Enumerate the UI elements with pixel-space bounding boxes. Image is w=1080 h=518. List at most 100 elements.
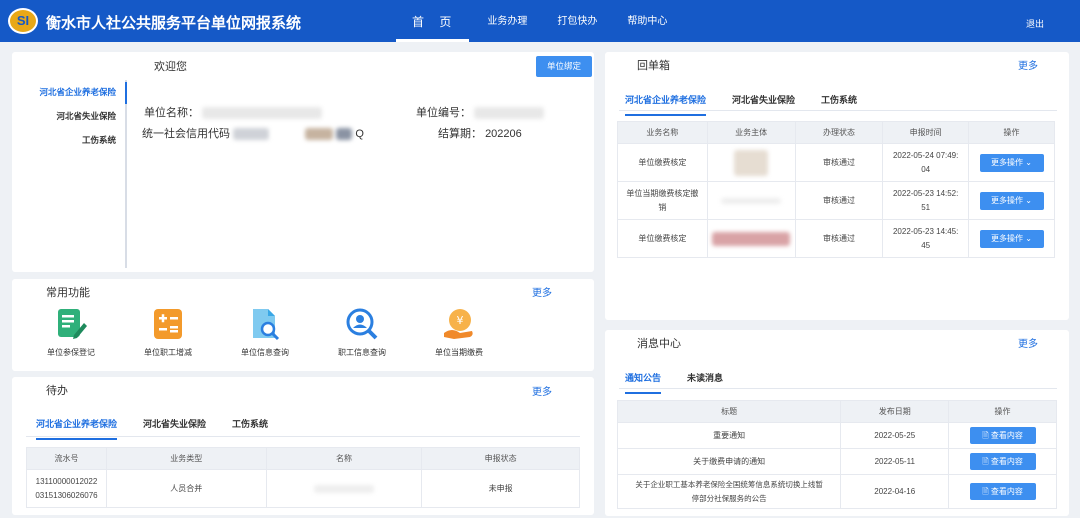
- unit-code-label: 单位编号：: [416, 107, 471, 119]
- message-table: 标题 发布日期 操作 重要通知 2022-05-25 🗎 查看内容 关于缴费申请…: [616, 400, 1057, 509]
- credit-code-redacted-1: [233, 128, 270, 141]
- func-staff-change[interactable]: 单位职工增减: [123, 307, 213, 358]
- table-row[interactable]: 关于企业职工基本养老保险全国统筹信息系统切换上线暂 停部分社保服务的公告 2022…: [616, 474, 1057, 509]
- settle-period-label: 结算期：: [438, 128, 482, 140]
- svg-text:¥: ¥: [457, 314, 464, 327]
- bind-unit-button[interactable]: 单位绑定: [536, 56, 592, 77]
- table-row[interactable]: 单位缴费核定 审核通过 2022-05-24 07:49: 04 更多操作 ⌄: [617, 143, 1055, 182]
- col-name: 名称: [265, 447, 423, 470]
- row-status: 未申报: [421, 469, 580, 508]
- more-actions-button[interactable]: 更多操作 ⌄: [979, 229, 1044, 248]
- table-header: 标题 发布日期 操作: [616, 400, 1057, 423]
- message-center-title: 消息中心: [637, 338, 681, 350]
- row-name: [265, 469, 423, 508]
- table-row[interactable]: 13110000012022 03151306026076 人员合并 未申报: [26, 469, 580, 508]
- yuan-payment-icon: ¥: [442, 307, 476, 341]
- more-actions-button[interactable]: 更多操作 ⌄: [979, 153, 1044, 172]
- row-serial: 13110000012022 03151306026076: [26, 469, 107, 508]
- vtab-injury[interactable]: 工伤系统: [12, 128, 128, 152]
- col-status: 申报状态: [421, 447, 580, 470]
- system-vertical-tabs: 河北省企业养老保险 河北省失业保险 工伤系统: [12, 80, 128, 152]
- table-header: 流水号 业务类型 名称 申报状态: [26, 447, 580, 470]
- nav-package[interactable]: 打包快办: [545, 0, 609, 42]
- vtab-pension[interactable]: 河北省企业养老保险: [12, 80, 128, 104]
- register-edit-icon: [54, 307, 88, 341]
- receipt-tab-unemployment[interactable]: 河北省失业保险: [732, 93, 795, 116]
- receipt-tab-pension[interactable]: 河北省企业养老保险: [625, 93, 707, 116]
- receipt-more-link[interactable]: 更多: [1018, 57, 1038, 72]
- func-unit-current-payment[interactable]: ¥ 单位当期缴费: [414, 307, 504, 358]
- person-search-icon: [345, 307, 379, 341]
- message-more-link[interactable]: 更多: [1018, 335, 1038, 350]
- main-nav: 首 页 业务办理 打包快办 帮助中心: [396, 0, 685, 42]
- vtab-unemployment[interactable]: 河北省失业保险: [12, 104, 128, 128]
- receipt-tabs: 河北省企业养老保险 河北省失业保险 工伤系统: [625, 93, 883, 116]
- view-content-button[interactable]: 🗎 查看内容: [969, 453, 1036, 470]
- func-label: 单位信息查询: [241, 348, 289, 357]
- func-label: 单位参保登记: [47, 348, 95, 357]
- table-row[interactable]: 单位当期缴费核定撤销 审核通过 2022-05-23 14:52: 51 更多操作…: [617, 181, 1055, 220]
- func-unit-info-query[interactable]: 单位信息查询: [220, 307, 310, 358]
- document-icon: 🗎: [982, 487, 989, 496]
- unit-code-row: 单位编号：: [416, 104, 545, 120]
- welcome-panel: 欢迎您 单位绑定 河北省企业养老保险 河北省失业保险 工伤系统 单位名称： 单位…: [12, 52, 594, 272]
- col-serial: 流水号: [26, 447, 107, 470]
- credit-code-redacted-3: [336, 128, 353, 141]
- view-content-button[interactable]: 🗎 查看内容: [969, 427, 1036, 444]
- document-search-icon: [248, 307, 282, 341]
- row-type: 人员合并: [105, 469, 267, 508]
- document-icon: 🗎: [982, 457, 989, 466]
- receipt-box-title: 回单箱: [637, 60, 670, 72]
- table-row[interactable]: 关于缴费申请的通知 2022-05-11 🗎 查看内容: [616, 448, 1057, 475]
- credit-code-row: 统一社会信用代码 Q: [142, 125, 364, 141]
- table-row[interactable]: 单位缴费核定 审核通过 2022-05-23 14:45: 45 更多操作 ⌄: [617, 219, 1055, 258]
- message-tabs: 通知公告 未读消息: [625, 371, 749, 394]
- func-label: 单位当期缴费: [435, 348, 483, 357]
- nav-home[interactable]: 首 页: [396, 0, 470, 42]
- receipt-table: 业务名称 业务主体 办理状态 申报时间 操作 单位缴费核定 审核通过 2022-…: [617, 121, 1055, 258]
- chevron-down-icon: ⌄: [1025, 195, 1032, 205]
- welcome-title: 欢迎您: [154, 61, 187, 73]
- todo-panel: 待办 更多 河北省企业养老保险 河北省失业保险 工伤系统 流水号 业务类型 名称…: [12, 377, 594, 515]
- credit-code-redacted-2: [305, 128, 334, 141]
- message-center-panel: 消息中心 更多 通知公告 未读消息 标题 发布日期 操作 重要通知 2022-0…: [605, 330, 1069, 516]
- vertical-divider: [125, 80, 127, 268]
- receipt-tab-injury[interactable]: 工伤系统: [821, 93, 857, 116]
- func-unit-register[interactable]: 单位参保登记: [26, 307, 116, 358]
- func-label: 单位职工增减: [144, 348, 192, 357]
- nav-help[interactable]: 帮助中心: [615, 0, 679, 42]
- chevron-down-icon: ⌄: [1025, 233, 1032, 243]
- credit-code-tail: Q: [355, 128, 364, 140]
- todo-more-link[interactable]: 更多: [532, 383, 552, 398]
- chevron-down-icon: ⌄: [1025, 157, 1032, 167]
- si-logo-icon: SI: [8, 8, 38, 34]
- top-header: SI 衡水市人社公共服务平台单位网报系统 首 页 业务办理 打包快办 帮助中心 …: [0, 0, 1080, 42]
- message-tab-notices[interactable]: 通知公告: [625, 371, 662, 394]
- common-more-link[interactable]: 更多: [532, 284, 552, 299]
- common-functions-panel: 常用功能 更多 单位参保登记 单位职工增减 单位信息查询 职工信息查询 ¥ 单位…: [12, 279, 594, 371]
- table-header: 业务名称 业务主体 办理状态 申报时间 操作: [617, 121, 1055, 144]
- message-tab-unread[interactable]: 未读消息: [687, 371, 723, 394]
- unit-code-redacted: [474, 107, 545, 120]
- unit-name-redacted: [202, 107, 323, 120]
- todo-table: 流水号 业务类型 名称 申报状态 13110000012022 03151306…: [26, 447, 580, 508]
- common-functions-title: 常用功能: [46, 287, 90, 299]
- more-actions-button[interactable]: 更多操作 ⌄: [979, 191, 1044, 210]
- settle-period-value: 202206: [485, 128, 522, 140]
- view-content-button[interactable]: 🗎 查看内容: [969, 483, 1036, 500]
- unit-name-row: 单位名称：: [144, 104, 323, 120]
- settle-period-row: 结算期： 202206: [438, 125, 522, 141]
- document-icon: 🗎: [982, 431, 989, 440]
- table-row[interactable]: 重要通知 2022-05-25 🗎 查看内容: [616, 422, 1057, 449]
- receipt-box-panel: 回单箱 更多 河北省企业养老保险 河北省失业保险 工伤系统 业务名称 业务主体 …: [605, 52, 1069, 320]
- unit-name-label: 单位名称：: [144, 107, 199, 119]
- credit-code-label: 统一社会信用代码: [142, 128, 230, 140]
- todo-title: 待办: [46, 385, 68, 397]
- calculator-icon: [151, 307, 185, 341]
- logout-link[interactable]: 退出: [1026, 17, 1044, 30]
- func-label: 职工信息查询: [338, 348, 386, 357]
- func-staff-info-query[interactable]: 职工信息查询: [317, 307, 407, 358]
- col-type: 业务类型: [105, 447, 267, 470]
- nav-business[interactable]: 业务办理: [475, 0, 539, 42]
- app-title: 衡水市人社公共服务平台单位网报系统: [46, 15, 302, 32]
